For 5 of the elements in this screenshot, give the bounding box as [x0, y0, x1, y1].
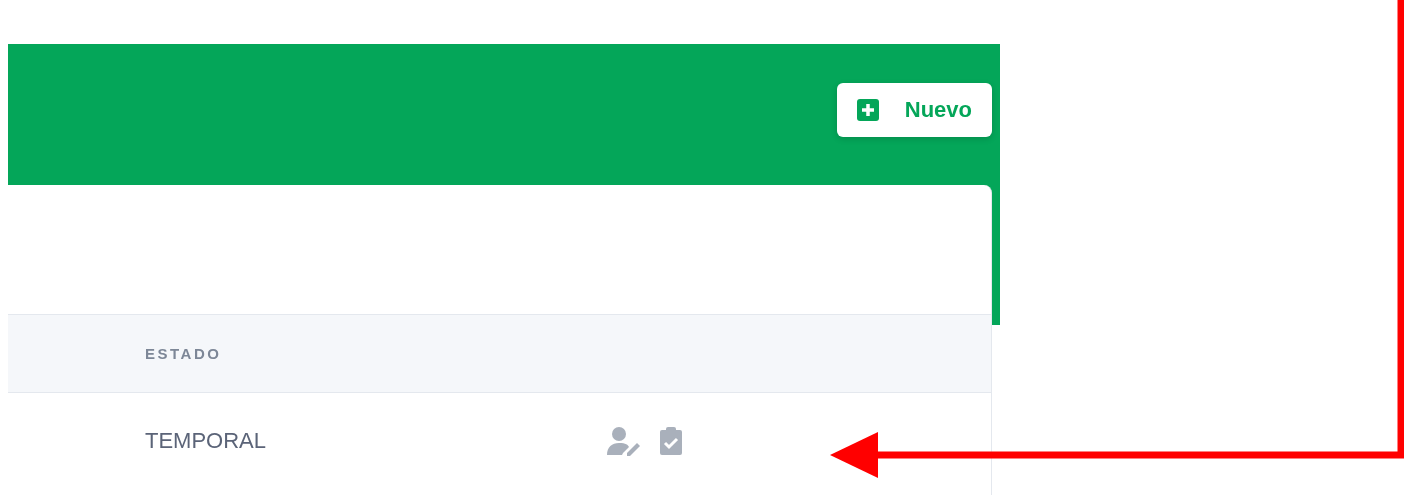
plus-icon: [856, 99, 879, 121]
table-cell-text: TEMPORAL: [145, 428, 268, 454]
column-header: ESTADO: [145, 345, 222, 362]
new-button[interactable]: Nuevo: [836, 83, 992, 137]
clipboard-check-icon[interactable]: [659, 426, 683, 456]
